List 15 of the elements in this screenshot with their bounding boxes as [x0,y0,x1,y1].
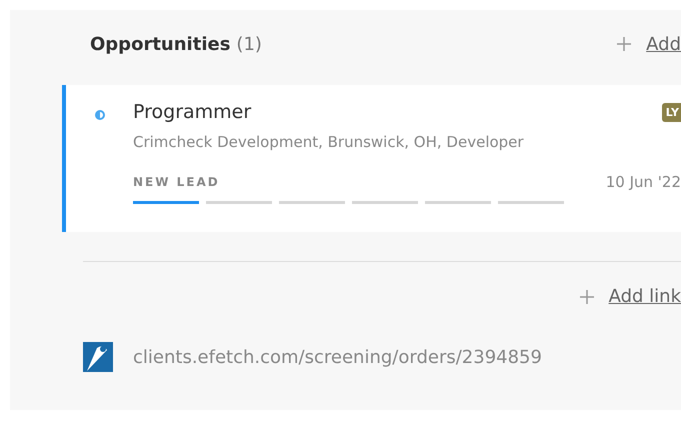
add-link-button[interactable]: Add link [578,286,681,307]
opportunity-date: 10 Jun '22 [606,173,681,191]
status-icon [94,109,106,121]
section-title: Opportunities [90,34,230,54]
plus-icon [616,36,632,52]
opportunity-details: Crimcheck Development, Brunswick, OH, Developer [133,133,525,151]
order-link[interactable]: clients.efetch.com/screening/orders/2394859 [133,346,542,368]
site-logo-icon [83,342,113,372]
opportunity-card[interactable]: Programmer LY Crimcheck Development, Brunswick, OH, Developer NEW LEAD 10 Jun '22 [62,85,681,232]
stage-label: NEW LEAD [133,175,220,189]
opportunity-title: Programmer [133,101,252,123]
opportunity-count: (1) [236,34,262,54]
owner-badge: LY [662,102,681,122]
plus-icon [578,288,595,304]
add-opportunity-button[interactable]: Add [616,34,681,54]
